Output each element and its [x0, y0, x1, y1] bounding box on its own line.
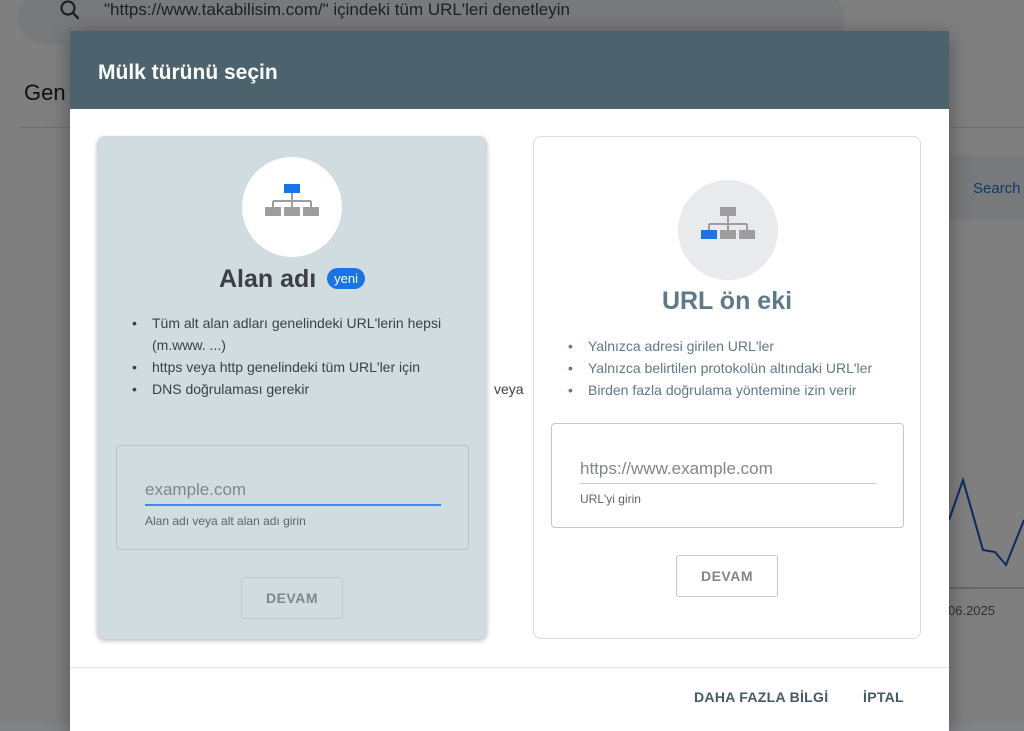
url-prefix-property-card[interactable]: URL ön eki Yalnızca adresi girilen URL'l… — [533, 136, 921, 639]
prefix-feature-list: Yalnızca adresi girilen URL'ler Yalnızca… — [568, 335, 908, 401]
property-type-dialog: Mülk türünü seçin Alan adı yeni Tüm alt … — [70, 31, 949, 731]
url-prefix-input-hint: URL'yi girin — [580, 492, 641, 506]
list-item: DNS doğrulaması gerekir — [132, 378, 462, 400]
domain-continue-button[interactable]: DEVAM — [241, 577, 343, 619]
prefix-card-title: URL ön eki — [661, 287, 793, 315]
or-separator: veya — [494, 381, 524, 397]
domain-field-box: Alan adı veya alt alan adı girin — [116, 445, 469, 550]
learn-more-button[interactable]: DAHA FAZLA BİLGİ — [694, 689, 828, 705]
domain-input[interactable] — [145, 476, 441, 506]
footer-divider — [70, 667, 949, 668]
domain-card-title: Alan adı yeni — [97, 265, 487, 294]
cancel-button[interactable]: İPTAL — [863, 689, 904, 705]
list-item: Yalnızca belirtilen protokolün altındaki… — [568, 357, 908, 379]
sitemap-icon — [265, 184, 319, 216]
dialog-title: Mülk türünü seçin — [70, 31, 949, 109]
prefix-field-box: URL'yi girin — [551, 423, 904, 528]
list-item: Yalnızca adresi girilen URL'ler — [568, 335, 908, 357]
url-prefix-input[interactable] — [580, 454, 876, 484]
domain-property-card[interactable]: Alan adı yeni Tüm alt alan adları geneli… — [97, 136, 487, 639]
new-badge: yeni — [327, 268, 366, 289]
domain-icon-circle — [242, 157, 342, 257]
sitemap-icon — [701, 207, 755, 239]
domain-input-hint: Alan adı veya alt alan adı girin — [145, 514, 306, 528]
prefix-icon-circle — [678, 180, 778, 280]
prefix-continue-button[interactable]: DEVAM — [676, 555, 778, 597]
domain-feature-list: Tüm alt alan adları genelindeki URL'leri… — [132, 312, 462, 400]
list-item: https veya http genelindeki tüm URL'ler … — [132, 356, 462, 378]
list-item: Tüm alt alan adları genelindeki URL'leri… — [132, 312, 462, 356]
list-item: Birden fazla doğrulama yöntemine izin ve… — [568, 379, 908, 401]
domain-title-text: Alan adı — [218, 265, 317, 293]
